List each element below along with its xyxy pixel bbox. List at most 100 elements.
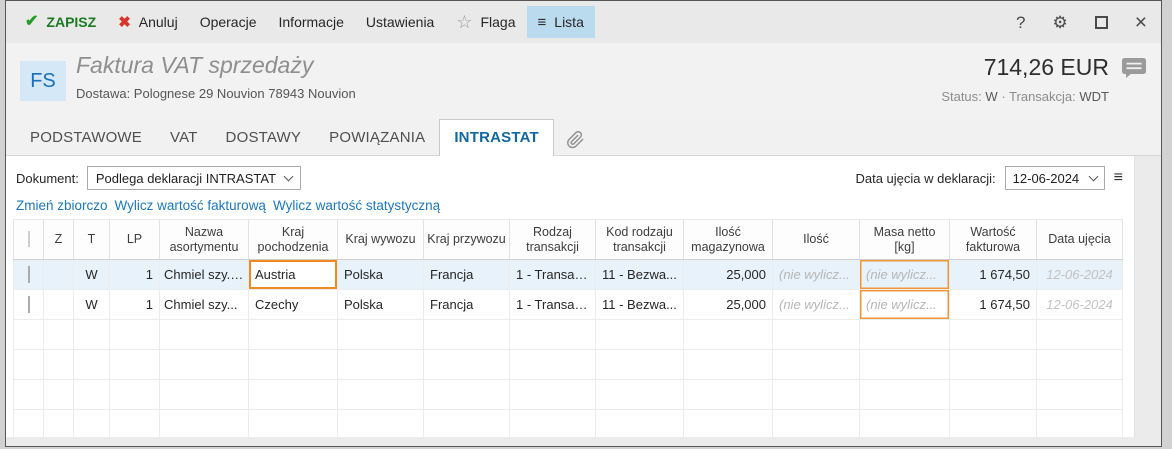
cell-wartosc-fakturowa[interactable]: 1 674,50 [949,289,1037,320]
tab-powiazania[interactable]: POWIĄZANIA [315,121,439,155]
empty-cell [949,349,1037,380]
col-lp[interactable]: LP [109,219,160,260]
list-button[interactable]: ≡ Lista [526,6,595,38]
operations-menu[interactable]: Operacje [189,6,268,38]
col-kraj-pochodzenia[interactable]: Kraj pochodzenia [248,219,338,260]
col-kraj-przywozu[interactable]: Kraj przywozu [423,219,510,260]
horizontal-scrollbar-area[interactable] [6,437,1161,446]
flag-button[interactable]: ☆ Flaga [445,6,526,38]
empty-cell [43,409,74,440]
empty-cell [772,349,860,380]
col-kraj-wywozu[interactable]: Kraj wywozu [337,219,424,260]
col-rodzaj-transakcji[interactable]: Rodzaj transakcji [509,219,596,260]
col-ilosc-magazynowa[interactable]: Ilość magazynowa [683,219,773,260]
cell-lp[interactable]: 1 [109,259,160,290]
cell-z[interactable] [43,259,74,290]
information-menu[interactable]: Informacje [268,6,355,38]
empty-cell [595,379,684,410]
cell-kraj-przywozu[interactable]: Francja [423,289,510,320]
row-checkbox[interactable] [27,296,30,313]
cell-kod-rodzaju[interactable]: 11 - Bezwa... [595,259,684,290]
tab-intrastat[interactable]: INTRASTAT [439,119,554,156]
empty-cell [73,349,110,380]
empty-cell [423,349,510,380]
cell-rodzaj-transakcji[interactable]: 1 - Transak... [509,289,596,320]
empty-cell [772,379,860,410]
tab-dostawy[interactable]: DOSTAWY [212,121,316,155]
comment-icon[interactable] [1121,56,1147,80]
attachment-icon[interactable] [566,128,585,150]
document-select[interactable]: Podlega deklaracji INTRASTAT [86,166,301,190]
date-menu-icon[interactable]: ≡ [1114,170,1123,186]
empty-cell [949,409,1037,440]
empty-cell [949,319,1037,350]
col-masa-netto[interactable]: Masa netto [kg] [859,219,950,260]
col-data-ujecia[interactable]: Data ujęcia [1036,219,1123,260]
status-separator: · [1001,89,1006,104]
table-row[interactable]: W 1 Chmiel szy. Austria Polska Francja 1… [13,259,1123,290]
empty-cell [683,379,773,410]
empty-cell [337,319,424,350]
cell-kraj-wywozu[interactable]: Polska [337,289,424,320]
close-button[interactable]: × [1135,12,1147,33]
cell-ilosc[interactable]: (nie wylicz... [772,289,860,320]
empty-cell [13,409,44,440]
help-button[interactable]: ? [1016,14,1025,31]
cell-nazwa[interactable]: Chmiel szy... [159,289,249,320]
col-nazwa[interactable]: Nazwa asortymentu [159,219,249,260]
cell-kraj-przywozu[interactable]: Francja [423,259,510,290]
cell-t[interactable]: W [73,289,110,320]
empty-cell [248,349,338,380]
cell-t[interactable]: W [73,259,110,290]
cell-ilosc-magazynowa[interactable]: 25,000 [683,289,773,320]
empty-cell [337,349,424,380]
gear-icon[interactable]: ⚙ [1052,14,1067,31]
change-bulk-link[interactable]: Zmień zbiorczo [16,198,108,213]
tab-podstawowe[interactable]: PODSTAWOWE [16,121,156,155]
cell-z[interactable] [43,289,74,320]
intrastat-grid: Z T LP Nazwa asortymentu Kraj pochodzeni… [13,219,1123,440]
empty-cell [159,349,249,380]
operations-label: Operacje [199,14,257,30]
cancel-button[interactable]: ✖ Anuluj [107,6,189,38]
cell-ilosc-magazynowa[interactable]: 25,000 [683,259,773,290]
cell-data-ujecia[interactable]: 12-06-2024 [1036,259,1123,290]
col-t[interactable]: T [73,219,110,260]
calc-invoice-value-link[interactable]: Wylicz wartość fakturową [115,198,266,213]
empty-cell [337,409,424,440]
check-icon: ✔ [25,13,39,30]
cell-kraj-wywozu[interactable]: Polska [337,259,424,290]
cell-ilosc[interactable]: (nie wylicz... [772,259,860,290]
select-all-header[interactable] [13,219,44,260]
table-row[interactable]: W 1 Chmiel szy... Czechy Polska Francja … [13,289,1123,320]
col-kod-rodzaju[interactable]: Kod rodzaju transakcji [595,219,684,260]
col-z[interactable]: Z [43,219,74,260]
cell-nazwa[interactable]: Chmiel szy. [159,259,249,290]
cell-masa-netto[interactable]: (nie wylicz... [859,289,950,320]
table-header-row: Z T LP Nazwa asortymentu Kraj pochodzeni… [13,219,1123,260]
header-checkbox[interactable] [27,231,30,248]
empty-cell [109,379,160,410]
empty-cell [509,349,596,380]
declaration-date-value: 12-06-2024 [1012,170,1080,186]
cell-wartosc-fakturowa[interactable]: 1 674,50 [949,259,1037,290]
information-label: Informacje [278,14,344,30]
row-checkbox[interactable] [27,266,30,283]
col-wartosc-fakturowa[interactable]: Wartość fakturowa [949,219,1037,260]
cell-kraj-pochodzenia[interactable]: Czechy [248,289,338,320]
cell-masa-netto[interactable]: (nie wylicz... [859,259,950,290]
cell-kod-rodzaju[interactable]: 11 - Bezwa... [595,289,684,320]
cell-rodzaj-transakcji[interactable]: 1 - Transak... [509,259,596,290]
vertical-scrollbar-area[interactable] [1134,156,1161,446]
tab-vat[interactable]: VAT [156,121,212,155]
cell-lp[interactable]: 1 [109,289,160,320]
declaration-date-select[interactable]: 12-06-2024 [1004,166,1105,190]
save-button[interactable]: ✔ ZAPISZ [14,6,107,38]
maximize-button[interactable] [1094,15,1108,29]
settings-menu[interactable]: Ustawienia [355,6,445,38]
calc-statistical-value-link[interactable]: Wylicz wartość statystyczną [273,198,440,213]
col-ilosc[interactable]: Ilość [772,219,860,260]
cell-data-ujecia[interactable]: 12-06-2024 [1036,289,1123,320]
cell-kraj-pochodzenia[interactable]: Austria [248,259,338,290]
empty-cell [1036,349,1123,380]
